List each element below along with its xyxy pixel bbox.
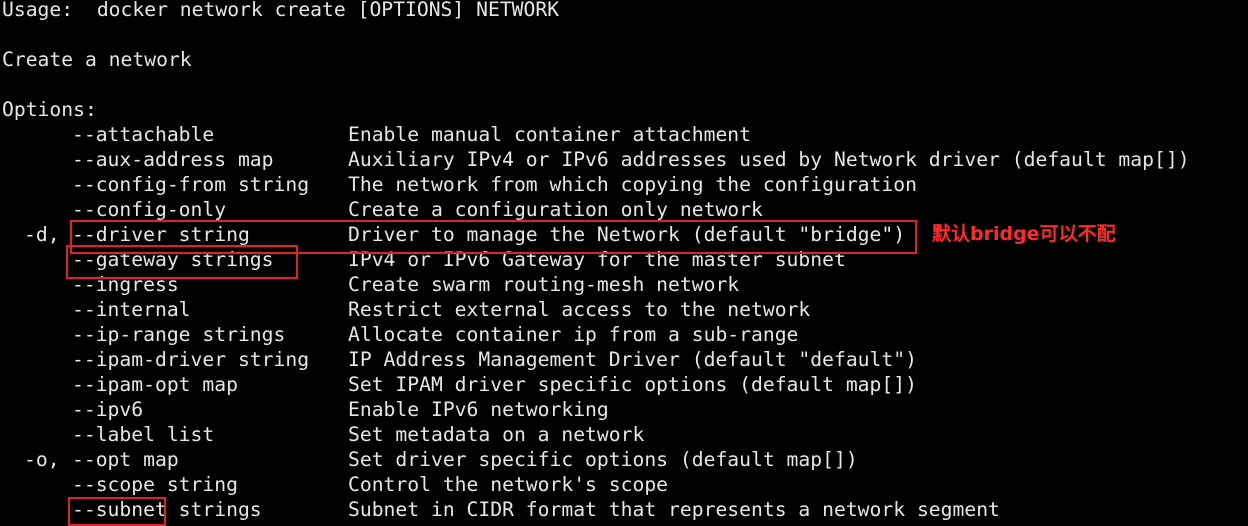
option-description: Enable IPv6 networking bbox=[348, 398, 609, 421]
option-row: --ipv6 Enable IPv6 networking bbox=[0, 397, 1248, 422]
option-description: Auxiliary IPv4 or IPv6 addresses used by… bbox=[348, 148, 1190, 171]
option-description: Set driver specific options (default map… bbox=[348, 448, 858, 471]
option-flag: --aux-address map bbox=[72, 148, 274, 171]
subnet-flag-highlight-box bbox=[68, 497, 166, 526]
command-description: Create a network bbox=[2, 48, 192, 71]
option-flag: --scope string bbox=[72, 473, 238, 496]
option-description: Create swarm routing-mesh network bbox=[348, 273, 740, 296]
option-short-flag: -o, bbox=[24, 448, 60, 471]
option-description: Subnet in CIDR format that represents a … bbox=[348, 498, 1000, 521]
option-description: Create a configuration only network bbox=[348, 198, 763, 221]
option-flag: --ipv6 bbox=[72, 398, 144, 421]
option-row: --attachable Enable manual container atta… bbox=[0, 122, 1248, 147]
option-description: The network from which copying the confi… bbox=[348, 173, 917, 196]
options-header: Options: bbox=[2, 98, 97, 121]
option-description: Control the network's scope bbox=[348, 473, 669, 496]
option-description: Allocate container ip from a sub-range bbox=[348, 323, 799, 346]
option-row: --scope string Control the network's scop… bbox=[0, 472, 1248, 497]
option-flag: --ip-range strings bbox=[72, 323, 286, 346]
option-description: Enable manual container attachment bbox=[348, 123, 751, 146]
driver-annotation: 默认bridge可以不配 bbox=[932, 223, 1116, 245]
option-row: -o, --opt map Set driver specific options … bbox=[0, 447, 1248, 472]
option-row: --ip-range strings Allocate container ip … bbox=[0, 322, 1248, 347]
option-row: --ipam-driver string IP Address Managemen… bbox=[0, 347, 1248, 372]
gateway-flag-highlight-box bbox=[66, 245, 298, 279]
option-description: Set IPAM driver specific options (defaul… bbox=[348, 373, 917, 396]
option-description: IP Address Management Driver (default "d… bbox=[348, 348, 917, 371]
option-row: --label list Set metadata on a network bbox=[0, 422, 1248, 447]
option-row: --subnet strings Subnet in CIDR format th… bbox=[0, 497, 1248, 522]
option-row: --internal Restrict external access to th… bbox=[0, 297, 1248, 322]
option-flag: --label list bbox=[72, 423, 215, 446]
option-description: Set metadata on a network bbox=[348, 423, 645, 446]
option-flag: --config-only bbox=[72, 198, 227, 221]
option-row: --config-from string The network from whi… bbox=[0, 172, 1248, 197]
usage-line: Usage: docker network create [OPTIONS] N… bbox=[2, 0, 560, 21]
option-flag: --ipam-driver string bbox=[72, 348, 310, 371]
option-flag: --opt map bbox=[72, 448, 179, 471]
option-row: --config-only Create a configuration only… bbox=[0, 197, 1248, 222]
option-flag: --config-from string bbox=[72, 173, 310, 196]
option-short-flag: -d, bbox=[24, 223, 60, 246]
option-row: --ipam-opt map Set IPAM driver specific o… bbox=[0, 372, 1248, 397]
option-flag: --attachable bbox=[72, 123, 215, 146]
option-flag: --internal bbox=[72, 298, 191, 321]
terminal-window[interactable]: Usage: docker network create [OPTIONS] N… bbox=[0, 0, 1248, 526]
option-description: Restrict external access to the network bbox=[348, 298, 811, 321]
option-flag: --ipam-opt map bbox=[72, 373, 238, 396]
option-row: --aux-address map Auxiliary IPv4 or IPv6 … bbox=[0, 147, 1248, 172]
